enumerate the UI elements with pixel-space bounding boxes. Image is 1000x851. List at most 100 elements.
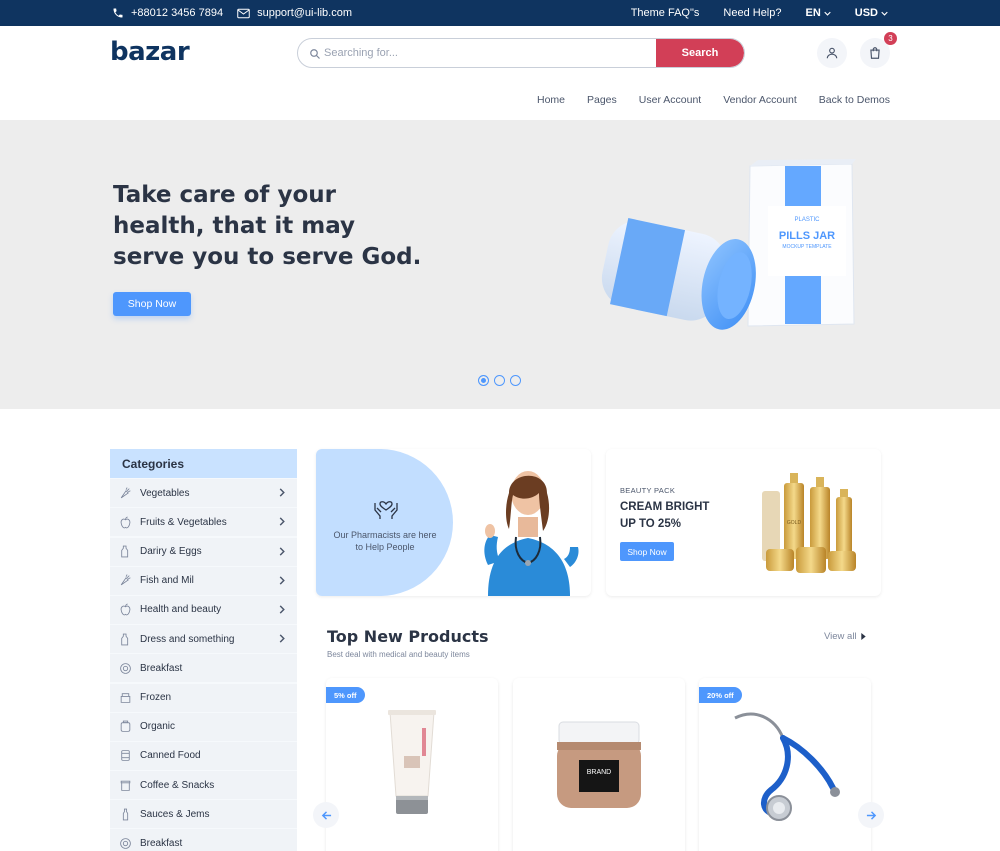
category-label: Vegetables: [140, 487, 190, 499]
beauty-product-label: GOLD: [787, 520, 802, 526]
phone-icon: [112, 7, 124, 19]
search-icon: [309, 47, 321, 65]
shopping-bag-icon: [870, 47, 880, 59]
pills-jar-image: PLASTIC PILLS JAR MOCKUP TEMPLATE: [601, 159, 856, 330]
arrow-left-icon: [321, 810, 331, 820]
category-item[interactable]: Organic: [110, 712, 297, 741]
caret-right-icon: [860, 633, 866, 640]
beauty-title-line2: UP TO 25%: [620, 518, 681, 530]
view-all-label: View all: [824, 631, 857, 642]
category-item[interactable]: Coffee & Snacks: [110, 771, 297, 800]
category-label: Frozen: [140, 692, 172, 703]
chevron-right-icon: [279, 576, 285, 588]
main-nav: Home Pages User Account Vendor Account B…: [537, 94, 890, 106]
account-button[interactable]: [817, 38, 847, 68]
apple-icon: [118, 603, 132, 617]
category-label: Sauces & Jems: [140, 808, 210, 820]
beauty-products-image: GOLD: [762, 473, 856, 573]
category-item[interactable]: Dariry & Eggs: [110, 537, 297, 566]
category-label: Breakfast: [140, 837, 183, 849]
currency-value: USD: [854, 7, 878, 19]
product-card[interactable]: 20% off: [699, 678, 871, 851]
phone-contact[interactable]: +88012 3456 7894: [112, 7, 223, 19]
chevron-down-icon: [881, 11, 888, 16]
language-select[interactable]: EN: [805, 7, 831, 19]
promo-shape: [316, 449, 453, 596]
email-contact[interactable]: support@ui-lib.com: [237, 7, 352, 19]
category-item[interactable]: Sauces & Jems: [110, 800, 297, 829]
slider-dot-1[interactable]: [478, 375, 489, 386]
pharmacist-image: [484, 471, 579, 596]
cart-count-badge: 3: [884, 32, 897, 45]
category-item[interactable]: Breakfast: [110, 654, 297, 683]
need-help-link[interactable]: Need Help?: [723, 7, 781, 19]
frozen-icon: [118, 691, 132, 705]
carousel-next-button[interactable]: [858, 802, 884, 828]
beauty-title-line1: CREAM BRIGHT: [620, 501, 710, 513]
chevron-right-icon: [279, 634, 285, 646]
beauty-promo-card[interactable]: BEAUTY PACK CREAM BRIGHT UP TO 25% Shop …: [606, 449, 881, 596]
category-label: Dariry & Eggs: [140, 546, 202, 558]
slider-dot-3[interactable]: [510, 375, 521, 386]
category-item[interactable]: Canned Food: [110, 741, 297, 770]
arrow-right-icon: [866, 810, 876, 820]
coffee-icon: [118, 778, 132, 792]
nav-back-to-demos[interactable]: Back to Demos: [819, 94, 890, 106]
language-value: EN: [805, 7, 821, 19]
category-item[interactable]: Health and beauty: [110, 595, 297, 624]
product-label-top: PLASTIC: [794, 217, 820, 223]
theme-faq-link[interactable]: Theme FAQ"s: [631, 7, 700, 19]
user-icon: [826, 47, 838, 59]
breakfast-icon: [118, 836, 132, 850]
pharmacist-promo-card[interactable]: Our Pharmacists are here to Help People: [316, 449, 591, 596]
jar-brand-label: BRAND: [587, 769, 612, 776]
nav-user-account[interactable]: User Account: [639, 94, 701, 106]
category-item[interactable]: Vegetables: [110, 479, 297, 508]
category-item[interactable]: Fish and Mil: [110, 566, 297, 595]
phone-number: +88012 3456 7894: [131, 7, 224, 19]
email-address: support@ui-lib.com: [257, 7, 353, 19]
chevron-right-icon: [279, 546, 285, 559]
mail-icon: [237, 8, 250, 19]
chevron-right-icon: [279, 488, 285, 500]
discount-badge: 5% off: [326, 687, 365, 703]
currency-select[interactable]: USD: [855, 7, 888, 19]
category-item[interactable]: Frozen: [110, 683, 297, 712]
milk-icon: [118, 545, 132, 559]
slider-dots: [478, 375, 521, 386]
category-label: Organic: [140, 721, 176, 733]
beauty-kicker: BEAUTY PACK: [620, 486, 676, 495]
view-all-link[interactable]: View all: [824, 631, 866, 642]
search-button[interactable]: Search: [656, 39, 744, 67]
product-card[interactable]: BRAND: [513, 678, 685, 851]
nav-pages[interactable]: Pages: [587, 94, 617, 106]
category-label: Dress and something: [140, 633, 235, 645]
apple-icon: [118, 515, 132, 529]
category-item[interactable]: Breakfast: [110, 829, 297, 851]
cream-tube-image: [388, 710, 436, 814]
logo[interactable]: bazar: [110, 37, 190, 67]
hands-heart-icon: [374, 501, 398, 519]
search-input[interactable]: [298, 39, 656, 67]
hero-shop-now-button[interactable]: Shop Now: [113, 292, 191, 316]
chevron-right-icon: [279, 605, 285, 617]
carousel-prev-button[interactable]: [313, 802, 339, 828]
cosmetic-jar-image: BRAND: [557, 721, 641, 808]
category-label: Fruits & Vegetables: [140, 516, 227, 528]
category-item[interactable]: Dress and something: [110, 625, 297, 654]
section-title: Top New Products: [327, 627, 489, 646]
product-card[interactable]: 5% off: [326, 678, 498, 851]
sauce-icon: [118, 807, 132, 821]
category-item[interactable]: Fruits & Vegetables: [110, 508, 297, 537]
carrot-icon: [118, 574, 132, 588]
slider-dot-2[interactable]: [494, 375, 505, 386]
category-label: Breakfast: [140, 662, 183, 674]
organic-icon: [118, 720, 132, 734]
category-label: Health and beauty: [140, 604, 222, 616]
can-icon: [118, 749, 132, 763]
nav-vendor-account[interactable]: Vendor Account: [723, 94, 797, 106]
beauty-shop-now-button[interactable]: Shop Now: [620, 542, 674, 561]
nav-home[interactable]: Home: [537, 94, 565, 106]
beauty-title: CREAM BRIGHT UP TO 25%: [620, 499, 740, 533]
discount-badge: 20% off: [699, 687, 742, 703]
